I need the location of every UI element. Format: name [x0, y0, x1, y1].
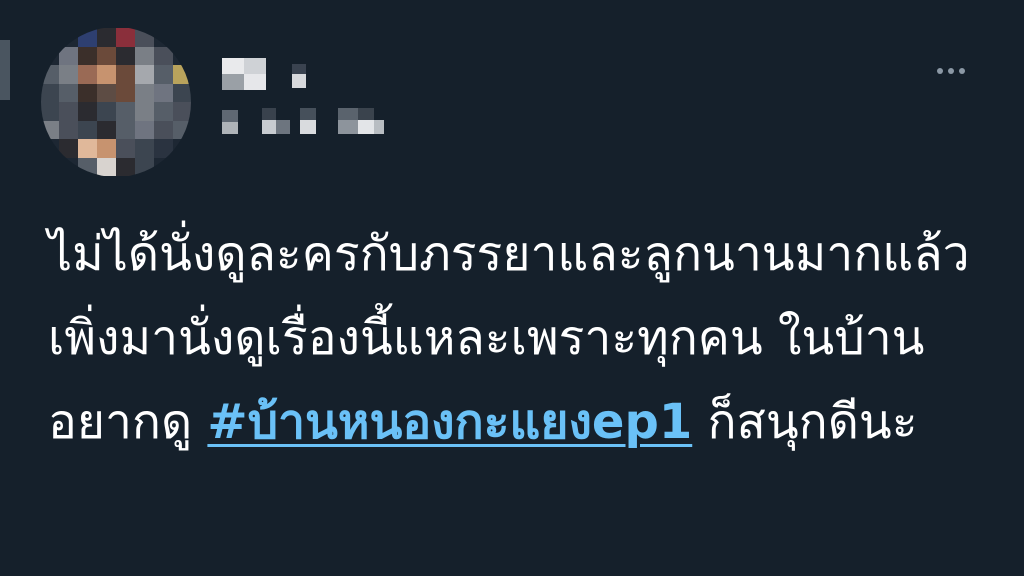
user-handle-redacted[interactable] — [222, 104, 392, 136]
tweet-card: ไม่ได้นั่งดูละครกับภรรยาและลูกนานมากแล้ว… — [0, 0, 1024, 576]
hashtag-link[interactable]: #บ้านหนองกะแยงep1 — [207, 394, 692, 450]
tweet-text: ไม่ได้นั่งดูละครกับภรรยาและลูกนานมากแล้ว… — [48, 212, 998, 464]
avatar[interactable] — [40, 28, 192, 176]
display-name-redacted[interactable] — [222, 58, 312, 90]
more-horizontal-icon — [937, 68, 965, 74]
left-edge-divider — [0, 40, 10, 100]
more-options-button[interactable] — [926, 58, 976, 84]
tweet-text-tail: ก็สนุกดีนะ — [692, 394, 918, 450]
